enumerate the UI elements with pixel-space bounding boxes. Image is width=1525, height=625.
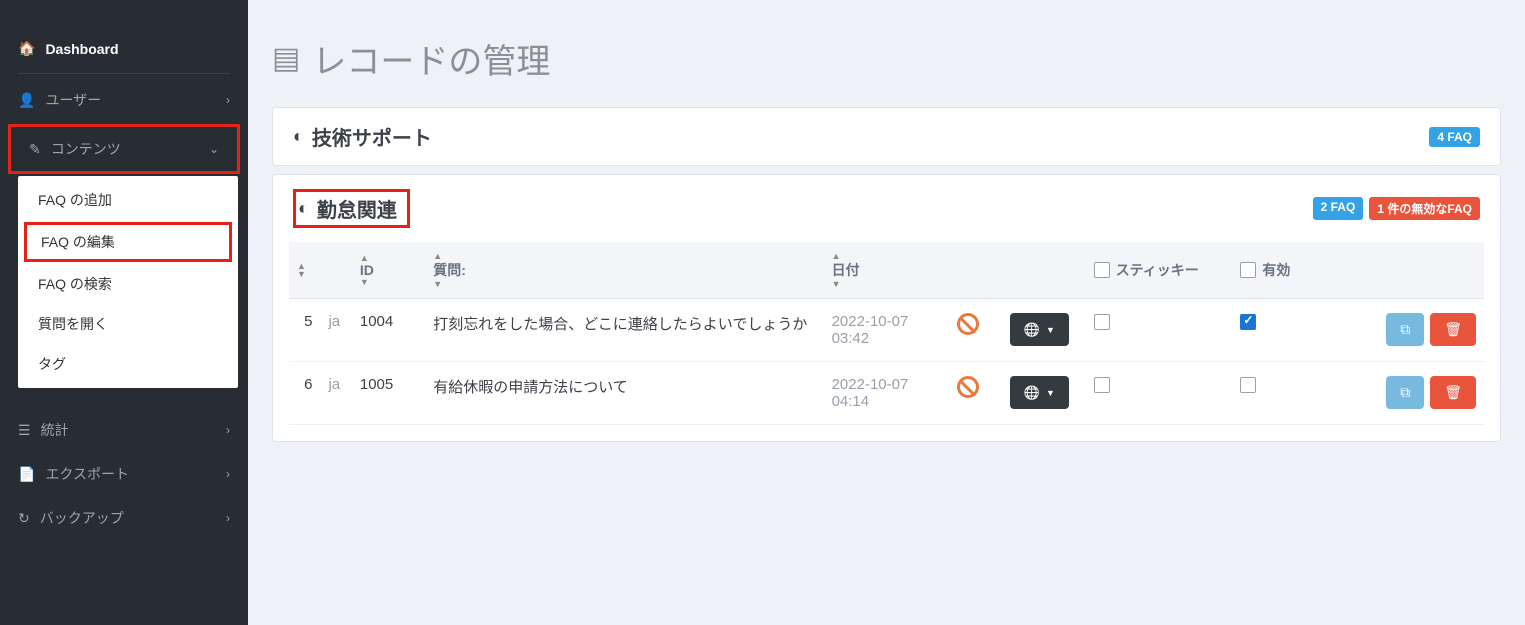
row-lang: ja — [320, 362, 351, 425]
list-icon: ☰ — [18, 422, 31, 439]
file-icon: 📄 — [18, 466, 35, 483]
col-enabled: 有効 — [1262, 260, 1290, 280]
section-title[interactable]: 勤怠関連 — [317, 194, 397, 223]
sync-icon: ↻ — [18, 510, 30, 527]
enabled-all-checkbox[interactable] — [1240, 262, 1256, 278]
edit-icon: ✎ — [29, 141, 41, 158]
chevron-right-icon: › — [226, 511, 230, 525]
row-question[interactable]: 有給休暇の申請方法について — [425, 362, 823, 425]
caret-down-icon: ▼ — [1046, 325, 1055, 335]
page-title: ▤ レコードの管理 — [272, 34, 1501, 83]
chevron-down-icon: ⌄ — [209, 142, 219, 156]
row-id: 1005 — [352, 362, 425, 425]
sticky-checkbox[interactable] — [1094, 377, 1110, 393]
sidebar-dashboard[interactable]: 🏠 Dashboard — [0, 28, 248, 69]
sidebar-item-stats[interactable]: ☰ 統計 › — [0, 408, 248, 452]
trash-icon: 🗑 — [1444, 384, 1462, 401]
sidebar-item-contents[interactable]: ✎ コンテンツ ⌄ — [11, 127, 237, 171]
row-date: 2022-10-07 04:14 — [824, 362, 950, 425]
sort-icon[interactable]: ▲ — [832, 252, 942, 260]
delete-button[interactable]: 🗑 — [1430, 313, 1476, 346]
sort-icon[interactable]: ▲▼ — [297, 262, 312, 278]
enabled-checkbox[interactable] — [1240, 377, 1256, 393]
sort-icon[interactable]: ▲ — [360, 254, 417, 262]
sidebar-item-export[interactable]: 📄 エクスポート › — [0, 452, 248, 496]
globe-dropdown-button[interactable]: ▼ — [1010, 376, 1069, 409]
col-question[interactable]: 質問: — [433, 262, 466, 278]
col-sticky: スティッキー — [1116, 260, 1199, 280]
chevron-right-icon: › — [226, 93, 230, 107]
sticky-checkbox[interactable] — [1094, 314, 1110, 330]
sidebar-item-user[interactable]: 👤 ユーザー › — [0, 78, 248, 122]
faq-count-badge: 4 FAQ — [1429, 127, 1480, 147]
sort-icon[interactable]: ▲ — [433, 252, 815, 260]
table-row: 6 ja 1005 有給休暇の申請方法について 2022-10-07 04:14… — [289, 362, 1484, 425]
section-title[interactable]: 技術サポート — [312, 122, 432, 151]
divider — [18, 73, 230, 74]
row-id: 1004 — [352, 299, 425, 362]
sidebar-backup-label: バックアップ — [40, 508, 124, 528]
forbidden-icon — [957, 376, 979, 398]
trash-icon: 🗑 — [1444, 321, 1462, 338]
sidebar-contents-label: コンテンツ — [51, 139, 121, 159]
row-number: 6 — [289, 362, 320, 425]
copy-icon: ⧉ — [1400, 384, 1410, 401]
caret-down-icon: ▼ — [1046, 388, 1055, 398]
row-question[interactable]: 打刻忘れをした場合、どこに連絡したらよいでしょうか — [425, 299, 823, 362]
enabled-checkbox[interactable] — [1240, 314, 1256, 330]
faq-count-badge: 2 FAQ — [1313, 197, 1364, 220]
submenu-search-faq[interactable]: FAQ の検索 — [18, 264, 238, 304]
col-date[interactable]: 日付 — [832, 262, 860, 278]
expand-icon[interactable]: ◐ — [298, 198, 309, 219]
submenu-add-faq[interactable]: FAQ の追加 — [18, 180, 238, 220]
delete-button[interactable]: 🗑 — [1430, 376, 1476, 409]
col-id[interactable]: ID — [360, 262, 374, 278]
sidebar-export-label: エクスポート — [45, 464, 129, 484]
page-title-text: レコードの管理 — [312, 34, 550, 83]
submenu-open-question[interactable]: 質問を開く — [18, 304, 238, 344]
row-number: 5 — [289, 299, 320, 362]
copy-button[interactable]: ⧉ — [1386, 313, 1424, 346]
sidebar-dashboard-label: Dashboard — [45, 41, 118, 57]
row-date: 2022-10-07 03:42 — [824, 299, 950, 362]
faq-invalid-badge: 1 件の無効なFAQ — [1369, 197, 1480, 220]
table-row: 5 ja 1004 打刻忘れをした場合、どこに連絡したらよいでしょうか 2022… — [289, 299, 1484, 362]
chevron-right-icon: › — [226, 467, 230, 481]
globe-dropdown-button[interactable]: ▼ — [1010, 313, 1069, 346]
chevron-right-icon: › — [226, 423, 230, 437]
copy-icon: ⧉ — [1400, 321, 1410, 338]
submenu-tag[interactable]: タグ — [18, 344, 238, 384]
row-lang: ja — [320, 299, 351, 362]
user-icon: 👤 — [18, 92, 35, 109]
contents-submenu: FAQ の追加 FAQ の編集 FAQ の検索 質問を開く タグ — [18, 176, 238, 388]
expand-icon[interactable]: ◐ — [293, 126, 304, 147]
copy-button[interactable]: ⧉ — [1386, 376, 1424, 409]
globe-icon — [1024, 384, 1040, 401]
forbidden-icon — [957, 313, 979, 335]
submenu-edit-faq[interactable]: FAQ の編集 — [24, 222, 232, 262]
globe-icon — [1024, 321, 1040, 338]
card-list-icon: ▤ — [272, 41, 300, 76]
sidebar-user-label: ユーザー — [45, 90, 101, 110]
sidebar-stats-label: 統計 — [41, 420, 69, 440]
dashboard-icon: 🏠 — [18, 40, 35, 57]
sticky-all-checkbox[interactable] — [1094, 262, 1110, 278]
sidebar-item-backup[interactable]: ↻ バックアップ › — [0, 496, 248, 540]
